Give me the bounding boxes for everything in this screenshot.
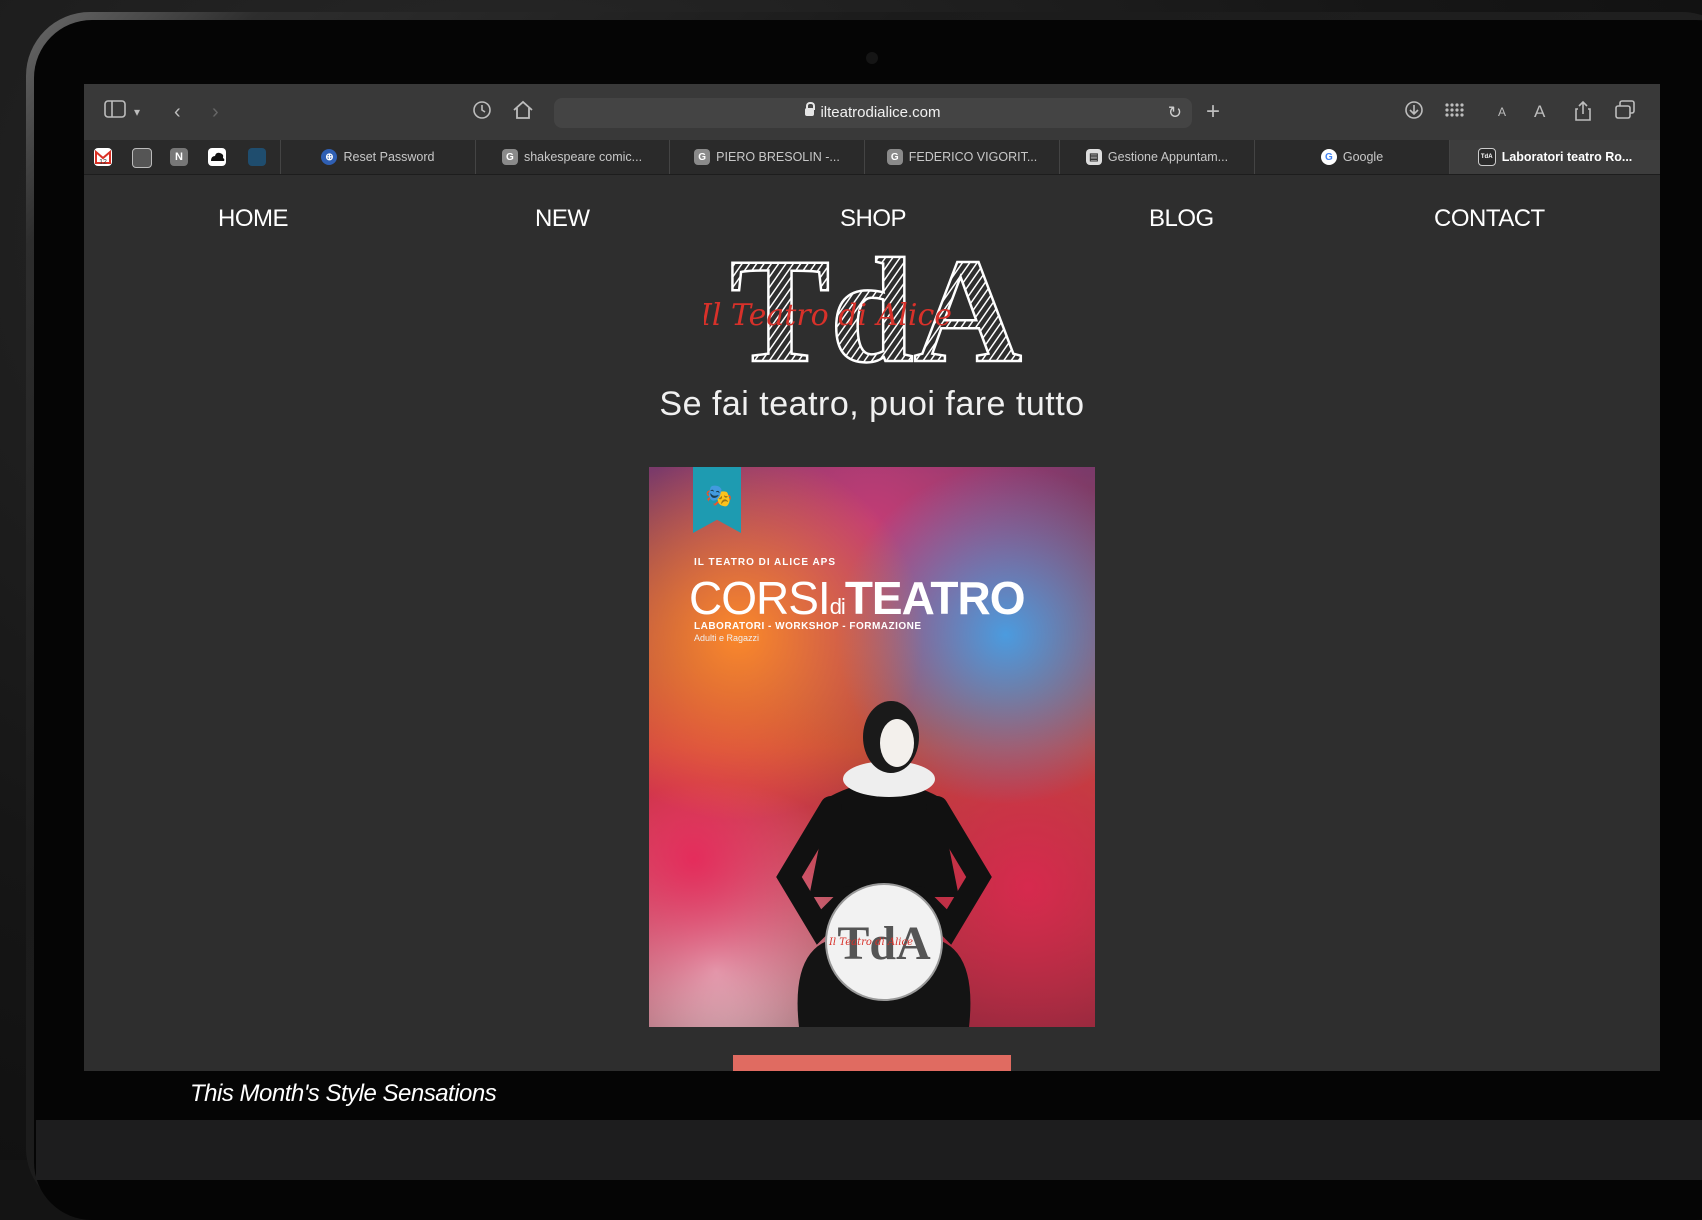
poster-brand: IL TEATRO DI ALICE APS	[694, 557, 837, 568]
tab-label: Gestione Appuntam...	[1107, 150, 1229, 164]
mime-figure: TdA Il Teatro di Alice	[776, 701, 992, 1027]
share-icon[interactable]	[1574, 100, 1592, 128]
poster-subtitle-2: Adulti e Ragazzi	[694, 633, 760, 643]
tab-google[interactable]: G Google	[1255, 140, 1450, 174]
home-icon[interactable]	[512, 100, 534, 126]
text-larger-icon[interactable]: A	[1534, 100, 1545, 124]
nav-shop[interactable]: SHOP	[840, 205, 907, 233]
openai-icon[interactable]	[132, 148, 152, 168]
drum-script: Il Teatro di Alice	[828, 937, 913, 948]
gmail-icon[interactable]: 12	[94, 148, 112, 166]
tab-laboratori-teatro[interactable]: TdA Laboratori teatro Ro...	[1450, 140, 1660, 174]
grid-icon[interactable]	[1444, 100, 1464, 124]
tab-gestione-appuntamenti[interactable]: ▤ Gestione Appuntam...	[1060, 140, 1255, 174]
caption: This Month's Style Sensations	[190, 1080, 497, 1107]
logo-script: Il Teatro di Alice	[704, 298, 952, 333]
calendar-favicon: ▤	[1085, 149, 1102, 165]
g-favicon: G	[886, 149, 903, 165]
poster-image[interactable]: 🎭 IL TEATRO DI ALICE APS CORSIdiTEATRO L…	[649, 467, 1095, 1027]
cloud-icon[interactable]	[208, 148, 226, 166]
reload-icon[interactable]: ↻	[1168, 103, 1182, 123]
tab-shakespeare[interactable]: G shakespeare comic...	[475, 140, 670, 174]
address-bar[interactable]: ilteatrodialice.com ↻	[554, 98, 1192, 128]
poster-title: CORSIdiTEATRO	[689, 572, 1025, 624]
notion-icon[interactable]: N	[170, 148, 188, 166]
site-logo[interactable]: TdA Il Teatro di Alice	[699, 227, 1064, 396]
tabs-overview-icon[interactable]	[1614, 100, 1636, 126]
poster-subtitle: LABORATORI - WORKSHOP - FORMAZIONE	[694, 621, 922, 632]
tab-reset-password[interactable]: ⊕ Reset Password	[280, 140, 476, 174]
nav-new[interactable]: NEW	[535, 205, 590, 233]
g-favicon: G	[694, 149, 711, 165]
web-page: HOME NEW SHOP BLOG CONTACT TdA Il Teatro…	[84, 175, 1660, 1071]
tab-label: shakespeare comic...	[523, 150, 643, 164]
sidebar-icon[interactable]	[104, 100, 126, 124]
g-favicon: G	[501, 149, 518, 165]
back-icon[interactable]: ‹	[174, 100, 181, 124]
camera	[866, 52, 878, 64]
browser-toolbar: ▾ ‹ › ilteatrodialice.com ↻ + A A	[84, 84, 1660, 140]
theatre-masks-icon: 🎭	[705, 483, 733, 508]
cta-button[interactable]	[733, 1055, 1011, 1071]
forward-icon[interactable]: ›	[212, 100, 219, 124]
nav-contact[interactable]: CONTACT	[1434, 205, 1545, 233]
nav-home[interactable]: HOME	[218, 205, 289, 233]
tab-piero-bresolin[interactable]: G PIERO BRESOLIN -...	[670, 140, 865, 174]
download-icon[interactable]	[1404, 100, 1424, 126]
new-tab-icon[interactable]: +	[1206, 100, 1220, 124]
google-favicon: G	[1320, 149, 1337, 165]
url-text: ilteatrodialice.com	[820, 104, 941, 121]
poster-ribbon: 🎭	[693, 467, 741, 533]
nav-blog[interactable]: BLOG	[1149, 205, 1214, 233]
chevron-down-icon[interactable]: ▾	[134, 100, 140, 124]
history-icon[interactable]	[472, 100, 492, 126]
lock-icon	[805, 102, 816, 116]
gmail-badge: 12	[99, 159, 107, 166]
tab-label: Reset Password	[343, 150, 435, 164]
tab-label: Laboratori teatro Ro...	[1501, 150, 1633, 164]
tda-favicon: TdA	[1477, 148, 1496, 166]
browser-window: ▾ ‹ › ilteatrodialice.com ↻ + A A 12 N ⊕…	[84, 84, 1660, 1071]
laptop-bottom-bar	[36, 1120, 1702, 1180]
tab-label: FEDERICO VIGORIT...	[908, 150, 1038, 164]
tab-bar: 12 N ⊕ Reset Password G shakespeare comi…	[84, 140, 1660, 175]
tab-label: Google	[1342, 150, 1384, 164]
tagline: Se fai teatro, puoi fare tutto	[659, 385, 1085, 423]
tab-federico-vigorito[interactable]: G FEDERICO VIGORIT...	[865, 140, 1060, 174]
tab-label: PIERO BRESOLIN -...	[716, 150, 840, 164]
text-smaller-icon[interactable]: A	[1498, 100, 1506, 124]
app-icon[interactable]	[248, 148, 266, 166]
reset-password-favicon: ⊕	[321, 149, 338, 165]
